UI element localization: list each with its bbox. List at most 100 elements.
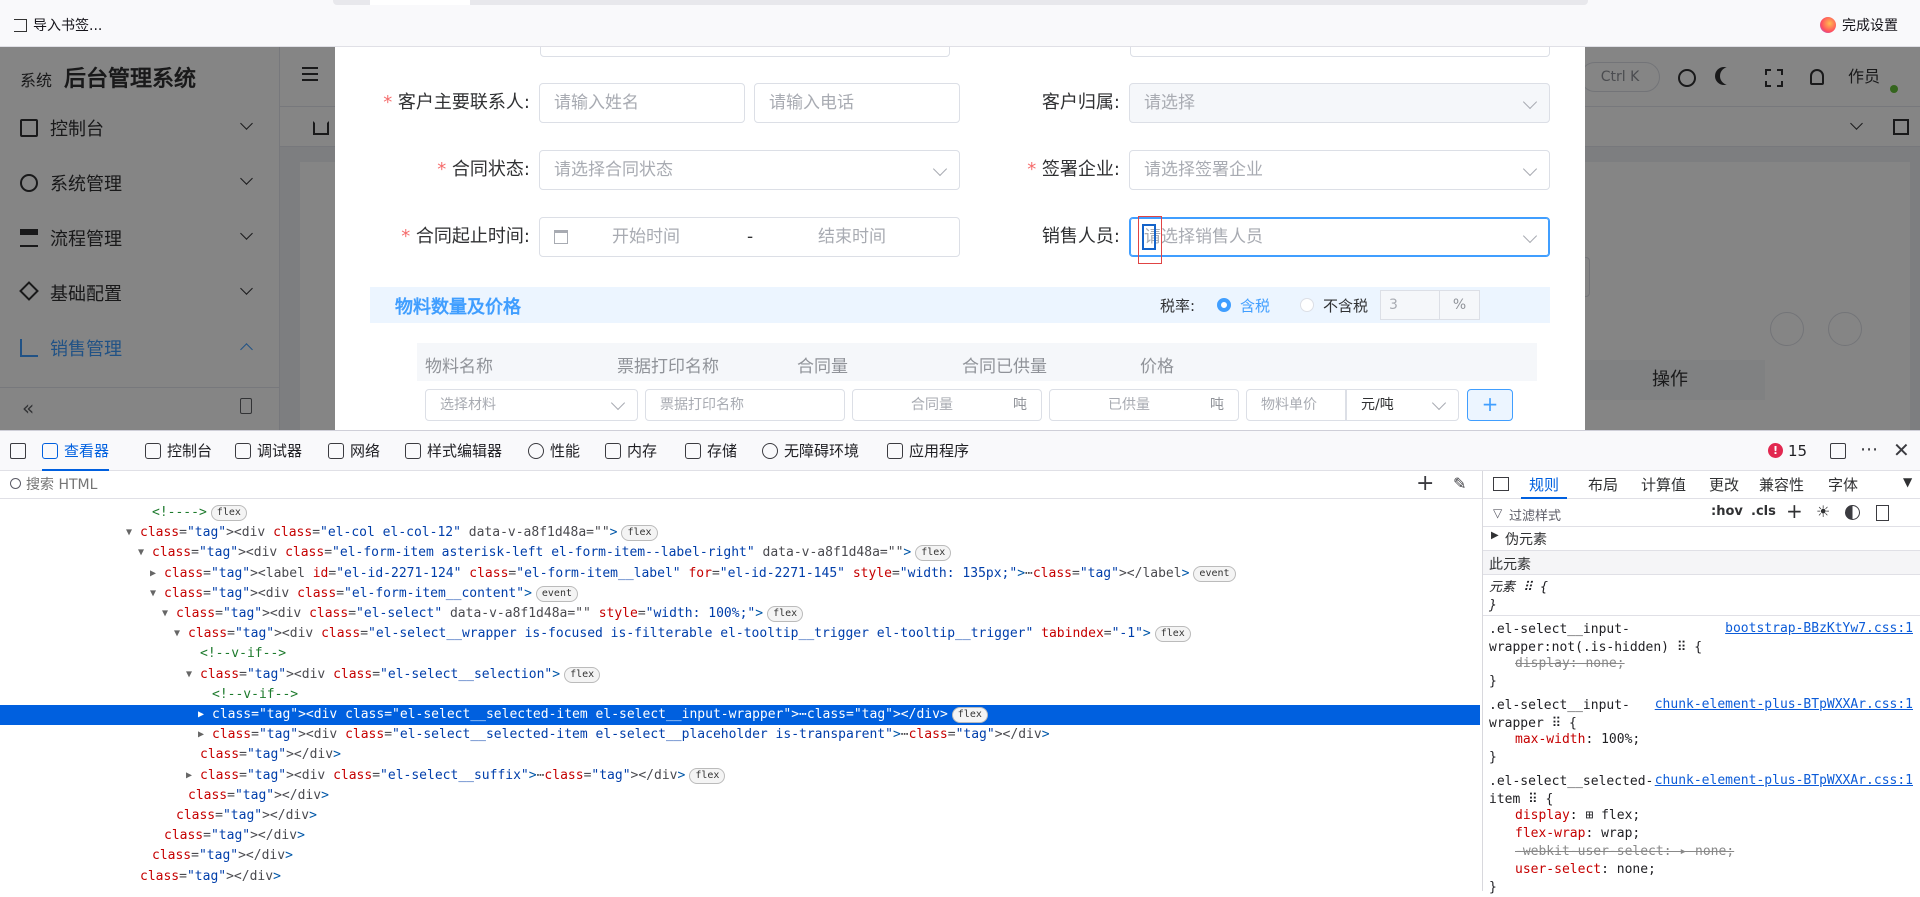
markup-line[interactable]: <!--v-if--> [0,644,1480,664]
node-badge[interactable]: flex [564,666,601,683]
markup-line[interactable]: ▼ class="tag"><div class="el-select__wrap… [0,624,1480,644]
price-unit-select[interactable]: 元/吨 [1346,389,1459,421]
markup-line[interactable]: class="tag"></div> [0,846,1480,866]
supplied-input[interactable]: 已供量吨 [1049,389,1239,421]
tab-console[interactable]: 控制台 [145,431,212,471]
rule-property[interactable]: -webkit-user-select: ▸ none; [1515,843,1734,861]
tab-performance[interactable]: 性能 [528,431,580,471]
add-row-button[interactable]: + [1467,389,1513,421]
light-theme-icon[interactable]: ☀ [1816,502,1830,521]
pseudo-elements-row[interactable]: ▶ 伪元素 [1483,527,1920,551]
tab-fonts[interactable]: 字体 [1828,473,1858,497]
rule-property[interactable]: max-width: 100%; [1515,731,1640,749]
expand-arrow-icon[interactable]: ▶ [198,705,204,725]
cls-toggle[interactable]: .cls [1751,504,1776,519]
hov-toggle[interactable]: :hov [1711,504,1743,519]
more-icon[interactable]: ⋯ [1860,439,1878,460]
expand-arrow-icon[interactable]: ▼ [162,604,168,624]
markup-line[interactable]: <!--v-if--> [0,685,1480,705]
eyedropper-icon[interactable]: ✎ [1453,474,1466,493]
expand-arrow-icon[interactable]: ▼ [150,584,156,604]
tab-memory[interactable]: 内存 [605,431,657,471]
print-name-input[interactable]: 票据打印名称 [645,389,845,421]
node-badge[interactable]: flex [621,525,658,542]
rule-property[interactable]: user-select: none; [1515,861,1656,879]
contact-name-input[interactable]: 请输入姓名 [539,83,745,123]
tab-computed[interactable]: 计算值 [1641,473,1686,497]
rule-source-link[interactable]: chunk-element-plus-BTpWXXAr.css:1 [1655,773,1913,788]
picker-icon[interactable] [10,443,26,459]
company-select[interactable]: 请选择签署企业 [1129,150,1550,190]
tax-incl-radio[interactable] [1217,298,1231,312]
filter-styles-input[interactable]: 过滤样式 [1509,505,1561,524]
markup-line[interactable]: ▶ class="tag"><div class="el-select__suff… [0,766,1480,786]
node-badge[interactable]: flex [689,767,726,784]
expand-arrow-icon[interactable]: ▶ [198,725,204,745]
sales-select[interactable]: 请选择销售人员 [1129,216,1550,264]
import-bookmarks-link[interactable]: 导入书签... [14,15,102,35]
close-icon[interactable]: ✕ [1893,438,1910,462]
finish-setup-link[interactable]: 完成设置 [1820,15,1898,35]
rule-property[interactable]: display: none; [1515,655,1625,673]
node-badge[interactable]: flex [951,707,988,723]
qty-input[interactable]: 合同量吨 [852,389,1042,421]
markup-line[interactable]: class="tag"></div> [0,786,1480,806]
markup-line[interactable]: ▼ class="tag"><div class="el-select" data… [0,604,1480,624]
tab-rules[interactable]: 规则 [1521,473,1568,499]
contrast-icon[interactable] [1845,505,1860,520]
node-badge[interactable]: flex [915,545,952,562]
expand-arrow-icon[interactable]: ▼ [126,523,132,543]
markup-line[interactable]: class="tag"></div> [0,806,1480,826]
tab-compat[interactable]: 兼容性 [1759,473,1804,497]
markup-line[interactable]: ▶ class="tag"><div class="el-select__sele… [0,725,1480,745]
tab-inspector[interactable]: 查看器 [42,431,110,471]
tab-debugger[interactable]: 调试器 [235,431,302,471]
rule-source-link[interactable]: bootstrap-BBzKtYw7.css:1 [1725,621,1913,636]
tab-application[interactable]: 应用程序 [887,431,969,471]
node-badge[interactable]: flex [1154,626,1191,643]
contact-phone-input[interactable]: 请输入电话 [754,83,960,123]
html-search-input[interactable] [26,474,1126,496]
status-select[interactable]: 请选择合同状态 [539,150,960,190]
expand-arrow-icon[interactable]: ▼ [186,665,192,685]
node-badge[interactable]: flex [210,505,247,521]
markup-line[interactable]: ▶ class="tag"><label id="el-id-2271-124" … [0,564,1480,584]
expand-arrow-icon[interactable]: ▼ [138,543,144,563]
error-count[interactable]: 15 [1788,442,1807,460]
markup-line[interactable]: ▼ class="tag"><div class="el-select__sele… [0,665,1480,685]
owner-select[interactable]: 请选择 [1129,83,1550,123]
price-input[interactable]: 物料单价 [1246,389,1346,421]
tab-changes[interactable]: 更改 [1709,473,1739,497]
tab-accessibility[interactable]: 无障碍环境 [762,431,859,471]
tax-excl-radio[interactable] [1300,298,1314,312]
prev-row-input-left[interactable] [540,47,950,57]
expand-arrow-icon[interactable]: ▶ [150,564,156,584]
markup-line[interactable]: ▶ class="tag"><div class="el-select__sele… [0,705,1480,725]
prev-row-input-right[interactable] [1130,47,1550,57]
node-badge[interactable]: event [1193,565,1236,582]
expand-arrow-icon[interactable]: ▼ [174,624,180,644]
tab-network[interactable]: 网络 [328,431,380,471]
expand-arrow-icon[interactable]: ▶ [186,766,192,786]
tab-storage[interactable]: 存储 [685,431,737,471]
markup-line[interactable]: class="tag"></div> [0,745,1480,765]
sidebar-toggle-icon[interactable] [1493,477,1509,491]
print-icon[interactable] [1876,505,1889,521]
add-node-icon[interactable]: + [1416,471,1434,496]
tab-style-editor[interactable]: 样式编辑器 [405,431,502,471]
chevron-down-icon[interactable]: ▼ [1903,475,1912,489]
markup-line[interactable]: ▼ class="tag"><div class="el-form-item as… [0,543,1480,563]
markup-line[interactable]: <!----> flex [0,503,1480,523]
date-range-picker[interactable]: 开始时间 - 结束时间 [539,217,960,257]
markup-line[interactable]: class="tag"></div> [0,826,1480,846]
markup-line[interactable]: ▼ class="tag"><div class="el-form-item__c… [0,584,1480,604]
material-select[interactable]: 选择材料 [425,389,638,421]
tab-layout[interactable]: 布局 [1588,473,1618,497]
rule-property[interactable]: display: ⊞ flex; [1515,807,1640,825]
markup-line[interactable]: class="tag"></div> [0,867,1480,887]
rule-property[interactable]: flex-wrap: wrap; [1515,825,1640,843]
markup-line[interactable]: ▼ class="tag"><div class="el-col el-col-1… [0,523,1480,543]
dock-icon[interactable] [1830,443,1846,459]
add-rule-icon[interactable]: + [1786,499,1803,523]
node-badge[interactable]: flex [767,606,804,622]
